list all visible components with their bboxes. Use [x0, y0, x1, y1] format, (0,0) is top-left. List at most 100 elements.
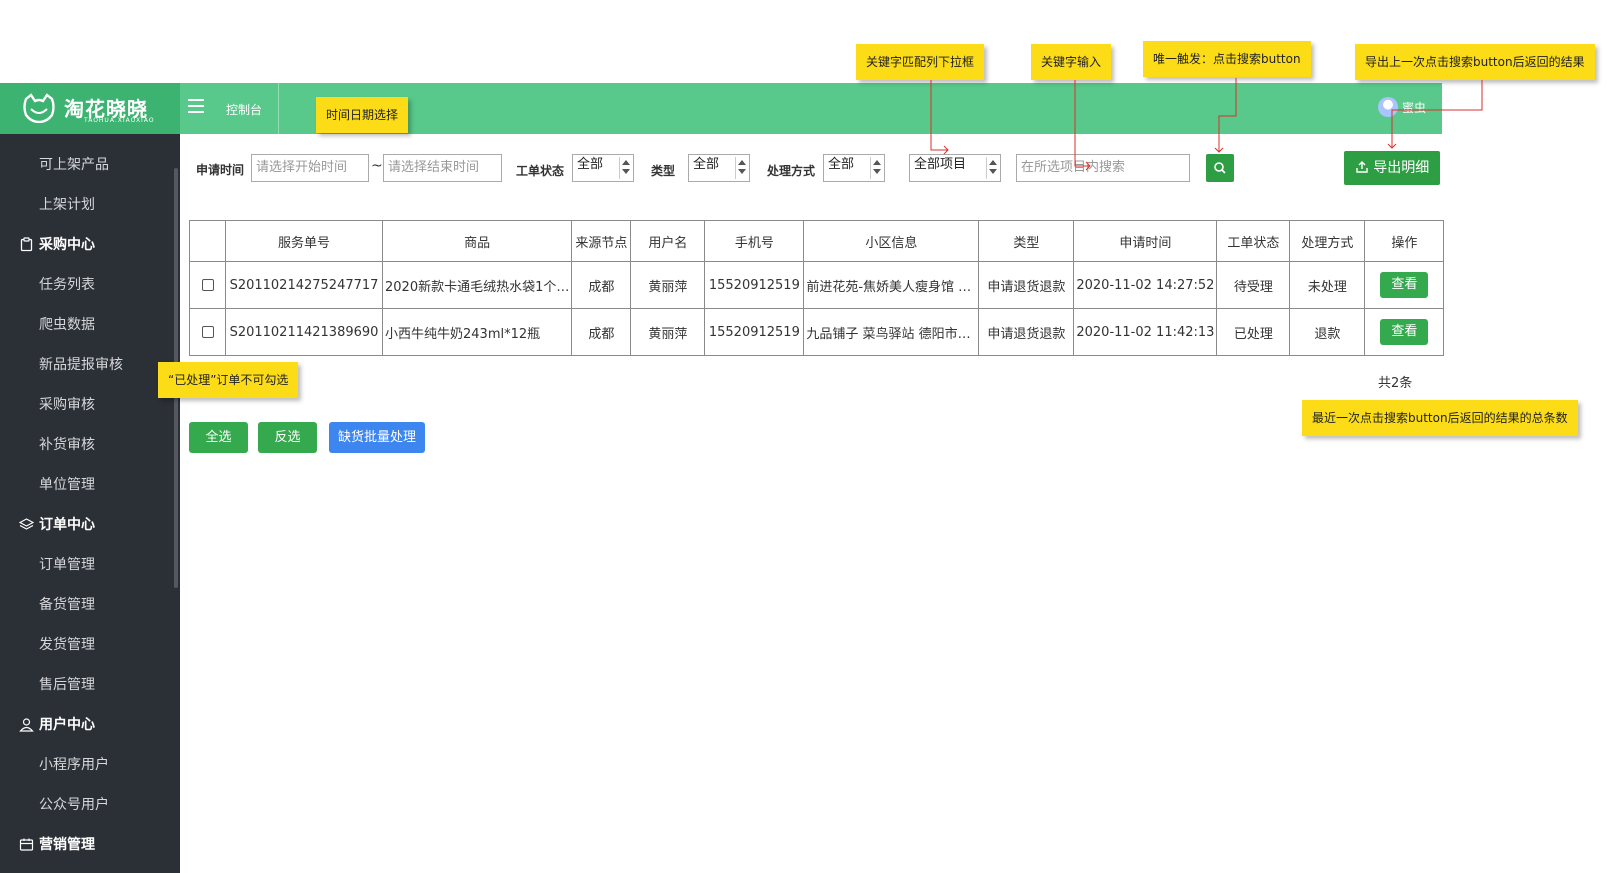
status-select-value: 全部 — [577, 157, 604, 172]
sidebar-group-label: 订单中心 — [39, 517, 95, 533]
clipboard-icon — [20, 237, 33, 252]
service-no-cell: S20110214275247717 — [225, 261, 383, 309]
action-cell: 查看 — [1364, 261, 1445, 309]
sidebar-item-shipping-management[interactable]: 发货管理 — [0, 630, 174, 660]
product-cell: 小西牛纯牛奶243ml*12瓶 — [381, 308, 573, 356]
upload-icon — [1356, 161, 1368, 173]
note-keyword-input: 关键字输入 — [1031, 44, 1112, 80]
layers-icon — [19, 518, 34, 530]
sidebar-item-crawler-data[interactable]: 爬虫数据 — [0, 310, 174, 340]
sidebar-item-purchase-review[interactable]: 采购审核 — [0, 390, 174, 420]
sidebar-group-users[interactable]: 用户中心 — [0, 710, 174, 740]
status-select[interactable]: 全部 — [572, 154, 634, 182]
service-no-cell: S20110211421389690 — [225, 308, 383, 356]
table-header-row: 服务单号 商品 来源节点 用户名 手机号 小区信息 类型 申请时间 工单状态 处… — [189, 220, 1445, 262]
sidebar-item-task-list[interactable]: 任务列表 — [0, 270, 174, 300]
sidebar-group-orders[interactable]: 订单中心 — [0, 510, 174, 540]
username-cell: 黄丽萍 — [630, 261, 706, 309]
note-date-select: 时间日期选择 — [316, 97, 409, 133]
logo[interactable]: 淘花晓晓 TAOHUA.XIAOXIAO — [0, 83, 180, 134]
note-processed-not-selectable: “已处理”订单不可勾选 — [158, 362, 299, 398]
type-select[interactable]: 全部 — [688, 154, 750, 182]
sidebar-group-label: 营销管理 — [39, 837, 95, 853]
view-button[interactable]: 查看 — [1380, 319, 1429, 345]
sidebar-group-marketing[interactable]: 营销管理 — [0, 830, 174, 860]
total-count: 共2条 — [1378, 376, 1413, 391]
row-select-cell — [189, 261, 226, 309]
col-header-action: 操作 — [1364, 220, 1445, 262]
status-label: 工单状态 — [516, 164, 565, 178]
apply-time-cell: 2020-11-02 11:42:13 — [1073, 308, 1218, 356]
spinner-icon — [735, 157, 747, 179]
col-header-type: 类型 — [978, 220, 1075, 262]
sidebar-item-after-sales[interactable]: 售后管理 — [0, 670, 174, 700]
row-select-cell — [189, 308, 226, 356]
col-header-service-no: 服务单号 — [225, 220, 383, 262]
sidebar-item-mini-program-users[interactable]: 小程序用户 — [0, 750, 174, 780]
col-header-community: 小区信息 — [803, 220, 980, 262]
sidebar-item-unit-management[interactable]: 单位管理 — [0, 470, 174, 500]
sidebar-group-purchase[interactable]: 采购中心 — [0, 230, 174, 260]
col-header-apply-time: 申请时间 — [1073, 220, 1218, 262]
col-header-username: 用户名 — [630, 220, 706, 262]
community-cell: 九品铺子 菜鸟驿站 德阳市… — [803, 308, 980, 356]
view-button[interactable]: 查看 — [1380, 272, 1429, 298]
phone-cell: 15520912519 — [704, 308, 805, 356]
batch-out-of-stock-button[interactable]: 缺货批量处理 — [329, 422, 425, 453]
note-total-count: 最近一次点击搜索button后返回的结果的总条数 — [1302, 400, 1578, 436]
sidebar-item-shelvable-products[interactable]: 可上架产品 — [0, 150, 174, 180]
sidebar-item-stock-management[interactable]: 备货管理 — [0, 590, 174, 620]
sidebar-item-restock-review[interactable]: 补货审核 — [0, 430, 174, 460]
sidebar-item-shelf-plan[interactable]: 上架计划 — [0, 190, 174, 220]
row-checkbox[interactable] — [201, 326, 214, 338]
action-cell: 查看 — [1364, 308, 1445, 356]
sidebar-item-new-product-review[interactable]: 新品提报审核 — [0, 350, 174, 380]
logo-subtext: TAOHUA.XIAOXIAO — [84, 117, 155, 124]
spinner-icon — [870, 157, 882, 179]
table-row: S20110211421389690 小西牛纯牛奶243ml*12瓶 成都 黄丽… — [189, 308, 1445, 356]
keyword-field-select[interactable]: 全部项目 — [909, 154, 1001, 182]
col-header-source: 来源节点 — [571, 220, 632, 262]
hamburger-menu-icon[interactable] — [188, 99, 204, 113]
source-cell: 成都 — [571, 261, 632, 309]
date-range-separator: ~ — [371, 158, 383, 174]
start-time-input[interactable]: 请选择开始时间 — [251, 154, 369, 182]
spinner-icon — [986, 157, 998, 179]
type-cell: 申请退货退款 — [978, 261, 1075, 309]
handle-label: 处理方式 — [767, 164, 816, 178]
export-button-label: 导出明细 — [1373, 160, 1430, 176]
calendar-icon — [19, 838, 34, 851]
select-all-button[interactable]: 全选 — [189, 422, 248, 453]
type-select-value: 全部 — [693, 157, 720, 172]
end-time-input[interactable]: 请选择结束时间 — [383, 154, 502, 182]
community-cell: 前进花苑-焦娇美人瘦身馆 … — [803, 261, 980, 309]
sidebar-item-order-management[interactable]: 订单管理 — [0, 550, 174, 580]
page: 淘花晓晓 TAOHUA.XIAOXIAO 控制台 蜜虫 可上架产品 上架计划 采… — [0, 0, 1619, 873]
results-table: 服务单号 商品 来源节点 用户名 手机号 小区信息 类型 申请时间 工单状态 处… — [189, 220, 1445, 356]
col-header-select — [189, 220, 226, 262]
search-icon — [1214, 162, 1226, 174]
handle-select[interactable]: 全部 — [823, 154, 885, 182]
username-cell: 黄丽萍 — [630, 308, 706, 356]
sidebar-group-label: 用户中心 — [39, 717, 95, 733]
search-button[interactable] — [1206, 154, 1234, 182]
user-menu[interactable]: 蜜虫 — [1377, 97, 1426, 117]
avatar — [1377, 97, 1398, 117]
invert-selection-button[interactable]: 反选 — [258, 422, 317, 453]
row-checkbox[interactable] — [201, 279, 214, 291]
apply-time-cell: 2020-11-02 14:27:52 — [1073, 261, 1218, 309]
user-name: 蜜虫 — [1401, 100, 1426, 115]
table-row: S20110214275247717 2020新款卡通毛绒热水袋1个… 成都 黄… — [189, 261, 1445, 309]
handling-cell: 未处理 — [1289, 261, 1366, 309]
product-cell: 2020新款卡通毛绒热水袋1个… — [381, 261, 573, 309]
keyword-search-input[interactable]: 在所选项目内搜索 — [1016, 154, 1190, 182]
col-header-phone: 手机号 — [704, 220, 805, 262]
phone-cell: 15520912519 — [704, 261, 805, 309]
source-cell: 成都 — [571, 308, 632, 356]
export-button[interactable]: 导出明细 — [1344, 151, 1440, 185]
sidebar-group-label: 采购中心 — [39, 237, 95, 253]
sidebar-item-official-account-users[interactable]: 公众号用户 — [0, 790, 174, 820]
type-label: 类型 — [651, 164, 676, 178]
status-cell: 已处理 — [1216, 308, 1291, 356]
console-link[interactable]: 控制台 — [226, 101, 262, 118]
